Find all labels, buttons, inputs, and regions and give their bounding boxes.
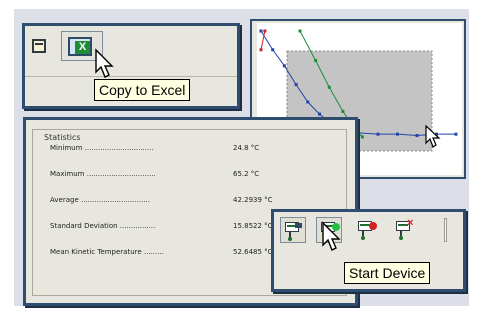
data-point-1-2 [327, 85, 331, 89]
data-point-1-3 [341, 109, 345, 113]
data-point-0-13 [454, 132, 458, 136]
data-point-2-0 [259, 48, 263, 52]
data-point-1-0 [298, 29, 302, 33]
data-point-0-4 [306, 100, 310, 104]
statistics-group-title: Statistics [42, 133, 83, 142]
data-point-1-1 [314, 58, 318, 62]
stat-label: Mean Kinetic Temperature ......... [50, 248, 164, 256]
stop-device-button[interactable] [354, 217, 380, 243]
data-point-0-1 [271, 48, 275, 52]
device-settings-button[interactable] [280, 217, 306, 243]
data-point-0-5 [318, 112, 321, 116]
delete-device-button[interactable]: × [392, 217, 418, 243]
excel-icon: X [68, 37, 92, 56]
data-point-0-2 [282, 64, 286, 68]
start-device-tooltip: Start Device [344, 262, 431, 284]
toolbar-separator [25, 76, 237, 77]
mouse-cursor-icon [425, 124, 441, 148]
data-point-0-0 [259, 29, 263, 33]
excel-x-glyph: X [75, 41, 90, 54]
sheet-icon[interactable] [32, 39, 46, 53]
stat-label: Minimum ............................... [50, 144, 154, 152]
stat-value: 65.2 °C [233, 170, 260, 178]
data-point-1-5 [360, 135, 364, 139]
data-point-0-10 [396, 132, 399, 136]
data-point-2-1 [263, 29, 267, 33]
copy-to-excel-tooltip: Copy to Excel [94, 79, 191, 101]
data-point-0-9 [376, 132, 380, 136]
stat-label: Maximum ............................... [50, 170, 156, 178]
stat-value: 15.8522 °C [233, 222, 273, 230]
data-point-0-3 [294, 83, 298, 87]
mouse-cursor-icon [95, 48, 114, 78]
stat-label: Average ............................... [50, 196, 150, 204]
stat-value: 42.2939 °C [233, 196, 273, 204]
toolbar-grip[interactable] [444, 218, 447, 242]
data-point-0-11 [415, 134, 419, 138]
stat-label: Standard Deviation ................ [50, 222, 156, 230]
stat-value: 24.8 °C [233, 144, 260, 152]
mouse-cursor-icon [322, 221, 341, 251]
stat-value: 52.6485 °C [233, 248, 273, 256]
